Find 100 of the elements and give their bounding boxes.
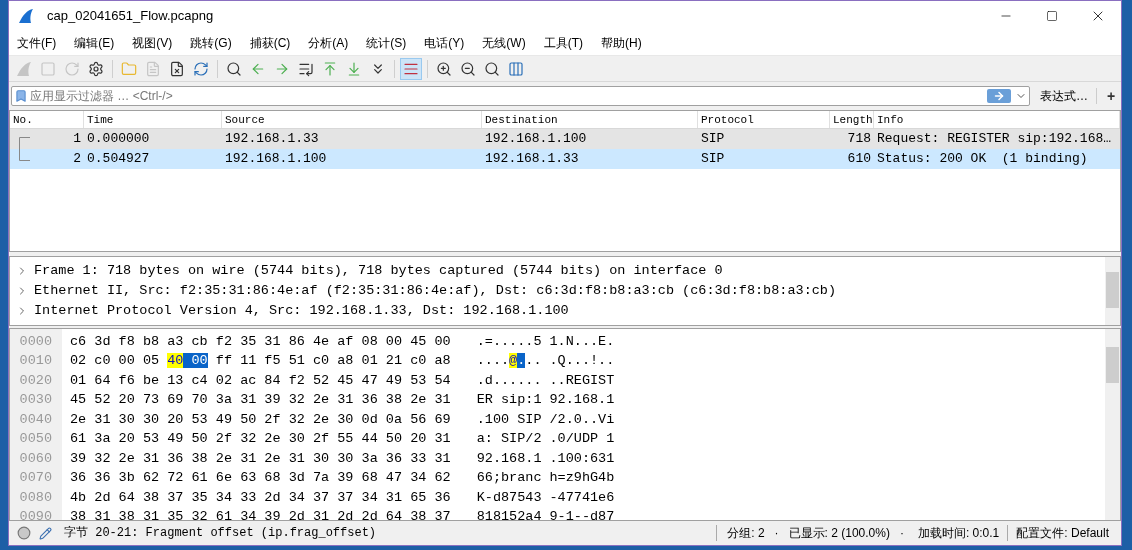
status-field-info: 字节 20-21: Fragment offset (ip.frag_offset) (64, 525, 377, 542)
window-title: cap_02041651_Flow.pcapng (47, 7, 214, 26)
hex-bytes: 02 c0 00 05 40 00 ff 11 (70, 352, 257, 371)
hex-bytes: 31 86 4e af 08 00 45 00 (264, 332, 451, 351)
hex-offset: 0080 (19, 488, 52, 507)
scrollbar[interactable] (1105, 257, 1120, 325)
hex-bytes: 01 64 f6 be 13 c4 02 ac (70, 371, 257, 390)
app-logo-icon (17, 7, 35, 25)
hex-bytes: 36 36 3b 62 72 61 6e 63 (70, 469, 257, 488)
menu-item[interactable]: 统计(S) (362, 34, 411, 52)
hex-bytes: 2e 31 30 30 20 53 49 50 (70, 410, 257, 429)
tree-item[interactable]: Internet Protocol Version 4, Src: 192.168.1.33, Dst: 192.168.1.100 (34, 300, 569, 322)
add-filter-button[interactable]: + (1103, 85, 1119, 107)
profile-label[interactable]: 配置文件: Default (1016, 524, 1109, 542)
ascii-text: .d...... (476, 371, 542, 390)
table-cell-text: 0.000000 (87, 130, 150, 149)
hex-bytes: 61 3a 20 53 49 50 2f 32 (70, 430, 257, 449)
ascii-text: h=z9hG4b (549, 469, 615, 488)
table-cell-text: 192.168.1.100 (485, 130, 587, 149)
menu-item[interactable]: 工具(T) (539, 34, 587, 52)
column-header[interactable]: Protocol (698, 111, 830, 128)
hex-offset: 0090 (19, 508, 52, 520)
hex-bytes: 84 f2 52 45 47 49 53 54 (264, 371, 451, 390)
menu-item[interactable]: 文件(F) (13, 34, 61, 52)
table-cell-text: Status: 200 OK (1 binding) (877, 150, 1088, 169)
tree-item[interactable]: Ethernet II, Src: f2:35:31:86:4e:af (f2:35:31:86:4e:af), Dst: c6:3d:f8:b8:a3:cb (c6:3d:f8:b8:a3:cb) (34, 280, 837, 302)
hex-bytes: 39 2d 31 2d 2d 64 38 37 (264, 508, 451, 520)
ascii-text: ER sip:1 (476, 391, 542, 410)
hex-offset: 0040 (19, 410, 52, 429)
display-filter-field[interactable]: 应用显示过滤器 … <Ctrl-/> (11, 86, 1030, 106)
column-header[interactable]: No. (10, 111, 84, 128)
hex-bytes: 4b 2d 64 38 37 35 34 33 (70, 488, 257, 507)
expression-button[interactable]: 表达式… (1038, 87, 1090, 105)
hex-bytes: 2e 31 30 30 3a 36 33 31 (264, 449, 451, 468)
hex-offset: 0070 (19, 469, 52, 488)
table-cell-text: 2 (73, 150, 81, 169)
table-cell-text: SIP (701, 150, 725, 169)
table-cell-text: 1 (73, 130, 81, 149)
hex-offset: 0030 (19, 391, 52, 410)
ascii-text: .=.....5 (476, 332, 542, 351)
displayed-count: 已显示: 2 (100.0%) (788, 525, 890, 542)
ascii-text: .Q...!.. (549, 352, 615, 371)
related-packet-icon (18, 149, 30, 161)
tree-item[interactable]: Frame 1: 718 bytes on wire (5744 bits), 718 bytes captured (5744 bits) on interface 0 (34, 260, 723, 282)
ascii-text: 92.168.1 (476, 449, 542, 468)
packet-row[interactable]: 1 0.000000 192.168.1.33 192.168.1.100 SIP 718 Request: REGISTER sip:192.168… (10, 129, 1120, 149)
ascii-text: /2.0..Vi (549, 410, 615, 429)
hex-bytes: 2f 32 2e 30 0d 0a 56 69 (264, 410, 451, 429)
ascii-text: a: SIP/2 (476, 430, 542, 449)
separator-dot: · (774, 525, 779, 542)
hex-offset: 0000 (19, 332, 52, 351)
menu-item[interactable]: 跳转(G) (186, 34, 236, 52)
table-cell-text: SIP (701, 130, 725, 149)
apply-filter-button[interactable] (987, 89, 1011, 103)
packet-row[interactable]: 2 0.504927 192.168.1.100 192.168.1.33 SIP 610 Status: 200 OK (1 binding) (10, 149, 1120, 169)
hex-bytes: 39 32 2e 31 36 38 2e 31 (70, 449, 257, 468)
menu-item[interactable]: 编辑(E) (70, 34, 119, 52)
menu-item[interactable]: 捕获(C) (245, 34, 295, 52)
hex-bytes: 68 3d 7a 39 68 47 34 62 (264, 469, 451, 488)
menu-item[interactable]: 视图(V) (128, 34, 177, 52)
column-header[interactable]: Length (830, 111, 874, 128)
hex-bytes: c6 3d f8 b8 a3 cb f2 35 (70, 332, 257, 351)
menu-item[interactable]: 无线(W) (478, 34, 530, 52)
packet-count: 分组: 2 (727, 525, 765, 542)
column-header[interactable]: Info (874, 111, 1120, 128)
ascii-text: 66;branc (476, 469, 542, 488)
menu-item[interactable]: 电话(Y) (420, 34, 469, 52)
table-cell-text: 192.168.1.100 (225, 150, 327, 169)
table-cell-text: Request: REGISTER sip:192.168… (877, 130, 1112, 149)
hex-bytes: 2d 34 37 37 34 31 65 36 (264, 488, 451, 507)
ascii-text: 9-1--d87 (549, 508, 615, 520)
table-cell-text: 192.168.1.33 (225, 130, 319, 149)
status-indicator-icon[interactable] (17, 526, 31, 540)
ascii-text: ....@... (476, 352, 542, 371)
ascii-text: .100:631 (549, 449, 615, 468)
bookmark-icon (14, 89, 28, 103)
column-header[interactable]: Destination (482, 111, 698, 128)
arrow-right-icon (993, 90, 1005, 102)
ascii-text: ..REGIST (549, 371, 615, 390)
table-cell-text: 718 (847, 130, 871, 149)
ascii-text: 1.N...E. (549, 332, 615, 351)
table-cell-text: 0.504927 (87, 150, 150, 169)
column-header[interactable]: Source (222, 111, 482, 128)
hex-bytes: 38 31 38 31 35 32 61 34 (70, 508, 257, 520)
column-header[interactable]: Time (84, 111, 222, 128)
hex-offset: 0020 (19, 371, 52, 390)
separator-dot: · (899, 525, 904, 542)
load-time: 加载时间: 0:0.1 (917, 525, 1000, 542)
ascii-text: 92.168.1 (549, 391, 615, 410)
menu-item[interactable]: 帮助(H) (597, 34, 646, 52)
hex-offset: 0050 (19, 430, 52, 449)
filter-input[interactable]: 应用显示过滤器 … <Ctrl-/> (30, 87, 987, 105)
hex-bytes: 39 32 2e 31 36 38 2e 31 (264, 391, 451, 410)
hex-offset: 0010 (19, 352, 52, 371)
ascii-text: K-d87543 (476, 488, 542, 507)
hex-offset: 0060 (19, 449, 52, 468)
scrollbar[interactable] (1105, 329, 1120, 520)
edit-comment-icon[interactable] (39, 526, 52, 540)
table-cell-text: 610 (847, 150, 871, 169)
menu-item[interactable]: 分析(A) (304, 34, 353, 52)
